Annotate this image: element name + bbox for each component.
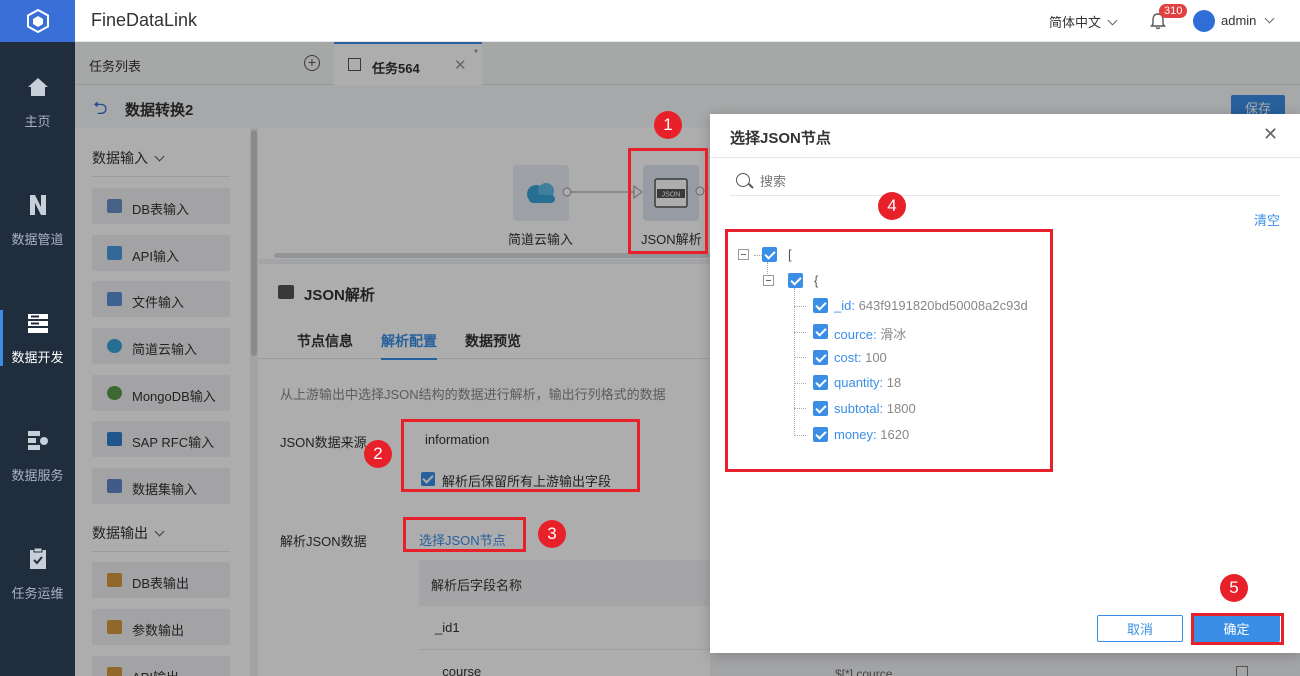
nav-item-dev[interactable]: 数据开发 — [0, 288, 75, 388]
pipeline-icon — [29, 194, 46, 215]
nav-item-service[interactable]: 数据服务 — [0, 406, 75, 506]
chevron-down-icon — [1107, 15, 1118, 26]
data-dev-icon — [27, 313, 48, 333]
close-icon[interactable]: ✕ — [1263, 124, 1278, 145]
annotation-box-1 — [628, 148, 708, 254]
nav-label: 数据服务 — [11, 467, 64, 483]
annotation-box-4 — [725, 229, 1053, 472]
logo-icon — [26, 9, 49, 33]
top-bar: FineDataLink 简体中文 310 admin — [75, 0, 1300, 42]
nav-item-pipeline[interactable]: 数据管道 — [0, 170, 75, 270]
notification-badge: 310 — [1159, 4, 1188, 18]
annotation-box-2 — [401, 419, 640, 492]
step-marker-2: 2 — [364, 440, 392, 468]
search-box — [730, 166, 1280, 196]
trash-icon[interactable] — [1236, 666, 1248, 676]
step-marker-5: 5 — [1220, 574, 1248, 602]
nav-label: 数据管道 — [11, 231, 64, 247]
annotation-box-3 — [403, 517, 526, 552]
app-logo[interactable] — [0, 0, 75, 42]
step-marker-3: 3 — [538, 520, 566, 548]
search-input[interactable] — [760, 171, 1260, 191]
cancel-button[interactable]: 取消 — [1097, 615, 1183, 642]
step-marker-1: 1 — [654, 111, 682, 139]
dialog-title: 选择JSON节点 — [730, 130, 831, 147]
app-title: FineDataLink — [91, 10, 198, 30]
clipboard-icon — [29, 547, 46, 569]
avatar[interactable] — [1193, 10, 1215, 32]
user-name: admin — [1221, 13, 1257, 28]
nav-label: 数据开发 — [11, 349, 64, 365]
home-icon — [27, 77, 48, 96]
step-marker-4: 4 — [878, 192, 906, 220]
search-icon — [736, 173, 750, 187]
annotation-box-5 — [1191, 613, 1284, 645]
field-expression: $[*].cource — [835, 667, 893, 676]
nav-label: 任务运维 — [11, 585, 64, 601]
nav-item-home[interactable]: 主页 — [0, 52, 75, 152]
language-label: 简体中文 — [1049, 15, 1102, 30]
data-service-icon — [27, 430, 48, 450]
chevron-down-icon — [1264, 13, 1275, 24]
dialog-header: 选择JSON节点 ✕ — [710, 114, 1300, 158]
nav-item-ops[interactable]: 任务运维 — [0, 524, 75, 624]
left-nav: 主页 数据管道 数据开发 数据服务 任务运维 — [0, 0, 75, 676]
language-selector[interactable]: 简体中文 — [1049, 12, 1118, 31]
clear-button[interactable]: 清空 — [1254, 210, 1280, 229]
user-menu[interactable]: admin — [1221, 13, 1275, 28]
nav-label: 主页 — [24, 113, 51, 129]
